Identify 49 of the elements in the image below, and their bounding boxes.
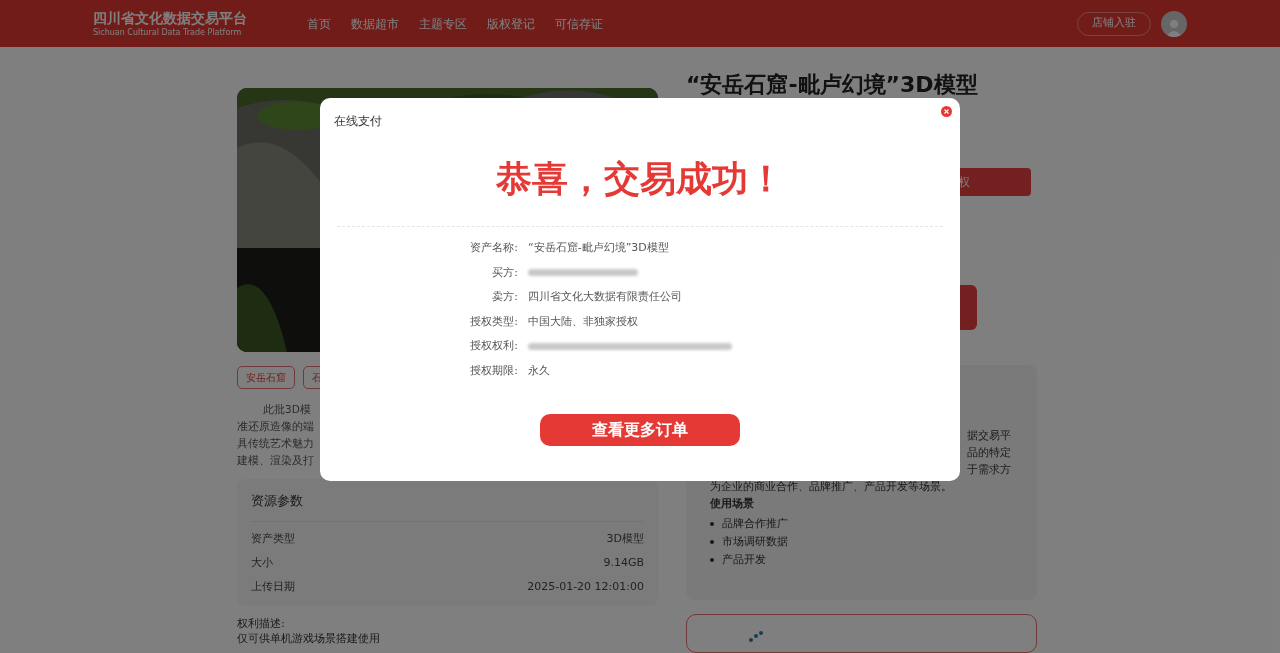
rights-text: 仅可供单机游戏场景搭建使用 [237, 630, 381, 646]
data-icon [747, 630, 765, 643]
field-label: 授权期限: [469, 362, 519, 379]
nav-link[interactable]: 主题专区 [419, 14, 467, 33]
card-title: 资源参数 [251, 491, 644, 522]
close-icon[interactable] [941, 106, 952, 117]
bullet-icon [710, 558, 714, 562]
list-item: 市场调研数据 [722, 534, 788, 550]
rights-label: 权利描述: [237, 615, 286, 631]
product-title: “安岳石窟-毗卢幻境”3D模型 [686, 72, 978, 98]
description-line: 具传统艺术魅力 [237, 436, 314, 451]
description-line: 此批3D模 [262, 402, 311, 417]
list-item: 品牌合作推广 [722, 516, 788, 532]
logo-title: 四川省文化数据交易平台 [93, 9, 248, 27]
field-label: 授权类型: [469, 313, 519, 330]
description-line: 于需求方 [967, 462, 1011, 478]
nav-link[interactable]: 可信存证 [555, 14, 603, 33]
description-line: 品的特定 [967, 445, 1011, 461]
field-value: 四川省文化大数据有限责任公司 [528, 289, 682, 305]
success-heading: 恭喜，交易成功！ [496, 157, 784, 201]
section-heading: 使用场景 [710, 496, 755, 512]
param-value: 3D模型 [606, 530, 644, 547]
nav-link[interactable]: 版权登记 [487, 14, 535, 33]
bullet-icon [710, 540, 714, 544]
description-line: 准还原造像的端 [237, 419, 314, 434]
description-line: 据交易平 [967, 428, 1011, 444]
view-orders-button[interactable]: 查看更多订单 [540, 414, 740, 446]
logo-subtitle: Sichuan Cultural Data Trade Platform [93, 27, 243, 38]
description-line: 建模、渲染及打 [237, 453, 314, 468]
field-value: 中国大陆、非独家授权 [528, 313, 638, 330]
field-label: 资产名称: [469, 240, 519, 256]
field-value: “安岳石窟-毗卢幻境”3D模型 [528, 240, 669, 256]
param-label: 上传日期 [251, 578, 295, 595]
avatar-icon[interactable] [1161, 10, 1187, 37]
param-value: 9.14GB [603, 554, 644, 571]
description-text: 为企业的商业合作、品牌推广、产品开发等场景。 [710, 479, 953, 495]
param-value: 2025-01-20 12:01:00 [527, 578, 644, 595]
field-label: 授权权利: [469, 338, 519, 354]
param-label: 资产类型 [251, 530, 295, 547]
bullet-icon [710, 522, 714, 526]
dialog-title: 在线支付 [334, 113, 382, 130]
field-label: 卖方: [491, 289, 519, 305]
nav-link[interactable]: 首页 [307, 14, 331, 33]
field-value: 永久 [528, 362, 550, 379]
param-label: 大小 [251, 554, 273, 571]
nav-link[interactable]: 数据超市 [351, 14, 399, 33]
tag[interactable]: 安岳石窟 [237, 366, 295, 389]
field-label: 买方: [491, 264, 519, 281]
list-item: 产品开发 [722, 552, 766, 568]
